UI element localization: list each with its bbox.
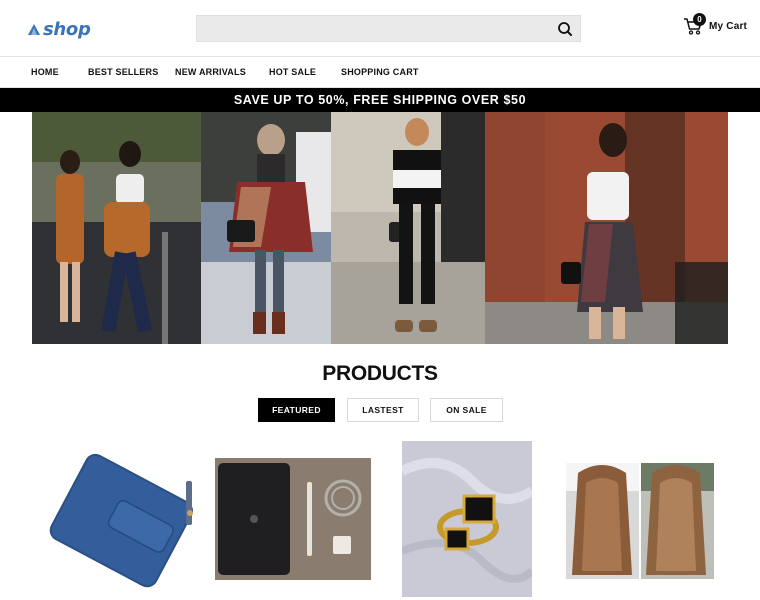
- nav-shopping-cart[interactable]: SHOPPING CART: [341, 67, 419, 77]
- tab-on-sale[interactable]: ON SALE: [430, 398, 503, 422]
- logo[interactable]: shop: [27, 19, 91, 40]
- tab-latest[interactable]: LASTEST: [347, 398, 419, 422]
- hero-image-2: [201, 112, 331, 344]
- main-nav: HOME BEST SELLERS NEW ARRIVALS HOT SALE …: [0, 57, 760, 88]
- product-image-ring[interactable]: [402, 441, 532, 597]
- hero-image-4: [485, 112, 728, 344]
- search-input[interactable]: [197, 16, 580, 41]
- cart-label: My Cart: [709, 20, 748, 32]
- nav-hot-sale[interactable]: HOT SALE: [269, 67, 316, 77]
- hero-image-1: [32, 112, 201, 344]
- logo-text: shop: [43, 19, 91, 40]
- search-icon[interactable]: [556, 20, 574, 38]
- site-header: shop 0 My Cart: [0, 0, 760, 57]
- product-image-tablet[interactable]: [215, 458, 371, 580]
- product-image-wallet[interactable]: [40, 441, 200, 596]
- nav-best-sellers[interactable]: BEST SELLERS: [88, 67, 158, 77]
- search-bar: [196, 15, 581, 42]
- cart-button[interactable]: 0 My Cart: [683, 13, 748, 36]
- product-image-hair[interactable]: [566, 463, 714, 579]
- logo-mark-icon: [28, 23, 40, 35]
- promo-banner: SAVE UP TO 50%, FREE SHIPPING OVER $50: [0, 88, 760, 112]
- nav-home[interactable]: HOME: [31, 67, 59, 77]
- cart-count-badge: 0: [693, 13, 706, 26]
- tab-featured[interactable]: FEATURED: [258, 398, 335, 422]
- hero-image-3: [331, 112, 485, 344]
- products-heading: PRODUCTS: [322, 362, 438, 385]
- cart-icon-wrap: 0: [683, 13, 706, 36]
- hero-banner[interactable]: [32, 112, 728, 344]
- nav-new-arrivals[interactable]: NEW ARRIVALS: [175, 67, 246, 77]
